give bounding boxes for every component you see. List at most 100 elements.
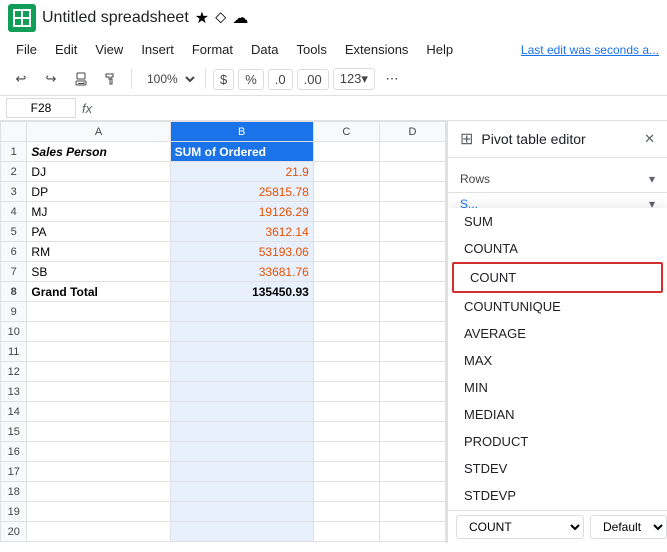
cell-15-b[interactable]: [170, 422, 313, 442]
cell-10-d[interactable]: [379, 322, 445, 342]
cell-19-d[interactable]: [379, 502, 445, 522]
cell-11-d[interactable]: [379, 342, 445, 362]
cell-19-a[interactable]: [27, 502, 170, 522]
percent-button[interactable]: %: [238, 69, 264, 90]
cell-17-d[interactable]: [379, 462, 445, 482]
dropdown-item-min[interactable]: MIN: [448, 374, 667, 401]
cell-13-a[interactable]: [27, 382, 170, 402]
cell-12-b[interactable]: [170, 362, 313, 382]
menu-tools[interactable]: Tools: [288, 38, 334, 61]
cell-8-d[interactable]: [379, 282, 445, 302]
dropdown-item-product[interactable]: PRODUCT: [448, 428, 667, 455]
menu-format[interactable]: Format: [184, 38, 241, 61]
panel-close-button[interactable]: ✕: [644, 131, 655, 147]
cell-17-a[interactable]: [27, 462, 170, 482]
cell-9-c[interactable]: [313, 302, 379, 322]
cell-12-a[interactable]: [27, 362, 170, 382]
cell-15-a[interactable]: [27, 422, 170, 442]
cell-20-c[interactable]: [313, 522, 379, 542]
cell-4-a[interactable]: MJ: [27, 202, 170, 222]
sum-function-select[interactable]: SUM COUNTA COUNT COUNTUNIQUE AVERAGE MAX…: [456, 515, 584, 539]
dropdown-item-sum[interactable]: SUM: [448, 208, 667, 235]
more-formats-button[interactable]: 123▾: [333, 68, 375, 90]
cell-1-b[interactable]: SUM of Ordered: [170, 142, 313, 162]
dropdown-item-counta[interactable]: COUNTA: [448, 235, 667, 262]
menu-extensions[interactable]: Extensions: [337, 38, 417, 61]
cell-14-c[interactable]: [313, 402, 379, 422]
formula-input[interactable]: [98, 99, 661, 118]
col-header-b[interactable]: B: [170, 122, 313, 142]
cell-15-c[interactable]: [313, 422, 379, 442]
cell-16-b[interactable]: [170, 442, 313, 462]
cell-8-c[interactable]: [313, 282, 379, 302]
cell-6-c[interactable]: [313, 242, 379, 262]
menu-file[interactable]: File: [8, 38, 45, 61]
cell-13-c[interactable]: [313, 382, 379, 402]
cell-11-b[interactable]: [170, 342, 313, 362]
dropdown-item-average[interactable]: AVERAGE: [448, 320, 667, 347]
cell-10-b[interactable]: [170, 322, 313, 342]
cell-20-a[interactable]: [27, 522, 170, 542]
cell-6-b[interactable]: 53193.06: [170, 242, 313, 262]
cell-1-c[interactable]: [313, 142, 379, 162]
cell-17-b[interactable]: [170, 462, 313, 482]
cell-3-b[interactable]: 25815.78: [170, 182, 313, 202]
cell-11-a[interactable]: [27, 342, 170, 362]
cell-2-b[interactable]: 21.9: [170, 162, 313, 182]
cell-3-d[interactable]: [379, 182, 445, 202]
cell-18-d[interactable]: [379, 482, 445, 502]
last-edit-link[interactable]: Last edit was seconds a...: [521, 43, 659, 57]
cell-12-d[interactable]: [379, 362, 445, 382]
cell-18-c[interactable]: [313, 482, 379, 502]
star-icon[interactable]: ★: [195, 8, 209, 28]
cell-2-d[interactable]: [379, 162, 445, 182]
cell-18-a[interactable]: [27, 482, 170, 502]
cell-3-c[interactable]: [313, 182, 379, 202]
menu-insert[interactable]: Insert: [133, 38, 182, 61]
more-toolbar-button[interactable]: ⋯: [379, 66, 405, 92]
cell-8-a[interactable]: Grand Total: [27, 282, 170, 302]
cell-9-a[interactable]: [27, 302, 170, 322]
cell-16-d[interactable]: [379, 442, 445, 462]
dropdown-item-stdev[interactable]: STDEV: [448, 455, 667, 482]
col-header-d[interactable]: D: [379, 122, 445, 142]
dropdown-item-stdevp[interactable]: STDEVP: [448, 482, 667, 509]
col-header-c[interactable]: C: [313, 122, 379, 142]
dropdown-item-count[interactable]: COUNT: [452, 262, 663, 293]
drive-icon[interactable]: ⬦: [215, 9, 226, 27]
cell-9-d[interactable]: [379, 302, 445, 322]
cell-11-c[interactable]: [313, 342, 379, 362]
cell-13-d[interactable]: [379, 382, 445, 402]
cell-7-b[interactable]: 33681.76: [170, 262, 313, 282]
cell-7-d[interactable]: [379, 262, 445, 282]
cell-19-b[interactable]: [170, 502, 313, 522]
print-button[interactable]: [68, 66, 94, 92]
cell-20-d[interactable]: [379, 522, 445, 542]
dropdown-item-var[interactable]: VAR: [448, 509, 667, 510]
cell-2-c[interactable]: [313, 162, 379, 182]
cell-5-c[interactable]: [313, 222, 379, 242]
dropdown-item-max[interactable]: MAX: [448, 347, 667, 374]
cell-reference-input[interactable]: [6, 98, 76, 118]
cell-6-a[interactable]: RM: [27, 242, 170, 262]
undo-button[interactable]: ↩: [8, 66, 34, 92]
cell-14-a[interactable]: [27, 402, 170, 422]
col-header-a[interactable]: A: [27, 122, 170, 142]
cell-15-d[interactable]: [379, 422, 445, 442]
cell-7-c[interactable]: [313, 262, 379, 282]
menu-data[interactable]: Data: [243, 38, 286, 61]
display-as-select[interactable]: Default: [590, 515, 667, 539]
cell-9-b[interactable]: [170, 302, 313, 322]
cell-8-b[interactable]: 135450.93: [170, 282, 313, 302]
cell-19-c[interactable]: [313, 502, 379, 522]
cell-14-d[interactable]: [379, 402, 445, 422]
dropdown-item-countunique[interactable]: COUNTUNIQUE: [448, 293, 667, 320]
cell-14-b[interactable]: [170, 402, 313, 422]
decimal-increase-button[interactable]: .00: [297, 69, 329, 90]
cell-16-c[interactable]: [313, 442, 379, 462]
cell-1-a[interactable]: Sales Person: [27, 142, 170, 162]
redo-button[interactable]: ↪: [38, 66, 64, 92]
menu-edit[interactable]: Edit: [47, 38, 85, 61]
cell-10-a[interactable]: [27, 322, 170, 342]
document-title[interactable]: Untitled spreadsheet: [42, 9, 189, 27]
